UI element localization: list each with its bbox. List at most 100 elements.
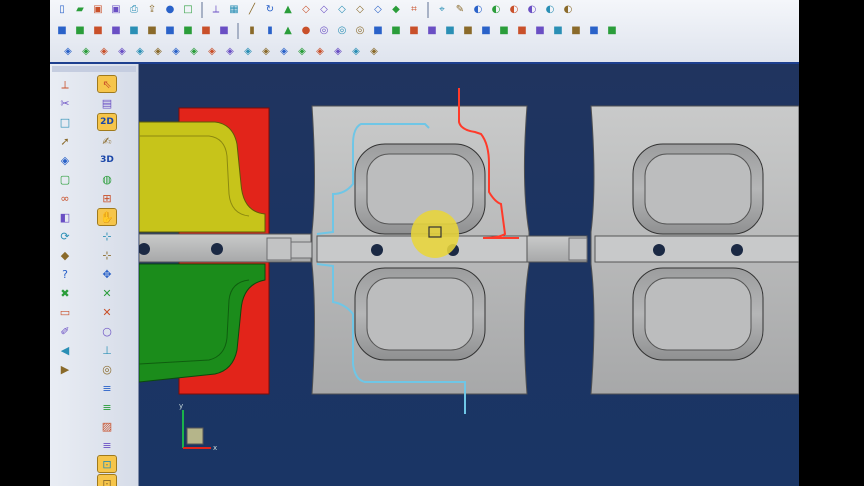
solid-box-icon[interactable]: ■: [198, 23, 214, 39]
line-icon[interactable]: ╱: [244, 2, 260, 18]
frame-icon[interactable]: □: [180, 2, 196, 18]
highlight-circle[interactable]: [411, 210, 459, 258]
grid-move-icon[interactable]: ▦: [226, 2, 242, 18]
cylinder-icon[interactable]: ▮: [244, 23, 260, 39]
measure-icon[interactable]: ⟂: [208, 2, 224, 18]
surface-icon[interactable]: ◈: [330, 44, 346, 60]
circle-icon[interactable]: ○: [98, 323, 116, 339]
fit-icon[interactable]: ⌗: [406, 2, 422, 18]
solid-box-icon[interactable]: ■: [216, 23, 232, 39]
surface-icon[interactable]: ◈: [222, 44, 238, 60]
cube-wire-icon[interactable]: ◇: [316, 2, 332, 18]
delete-icon[interactable]: ✖: [56, 285, 74, 301]
surface-icon[interactable]: ◈: [294, 44, 310, 60]
surface-icon[interactable]: ◈: [114, 44, 130, 60]
cone-icon[interactable]: ▲: [280, 23, 296, 39]
pin-icon[interactable]: ⌖: [434, 2, 450, 18]
solid-box-icon[interactable]: ■: [72, 23, 88, 39]
surface-icon[interactable]: ◈: [366, 44, 382, 60]
save-as-icon[interactable]: ▣: [90, 2, 106, 18]
solid-box-icon[interactable]: ■: [406, 23, 422, 39]
align-icon[interactable]: ≡: [98, 380, 116, 396]
flat-icon[interactable]: ▭: [56, 304, 74, 320]
cube-wire-icon[interactable]: ◇: [352, 2, 368, 18]
solid-box-icon[interactable]: ■: [478, 23, 494, 39]
export-icon[interactable]: ⇪: [144, 2, 160, 18]
surface-icon[interactable]: ◈: [348, 44, 364, 60]
solid-box-icon[interactable]: ■: [442, 23, 458, 39]
solid-box-icon[interactable]: ■: [550, 23, 566, 39]
grid-icon[interactable]: ⊞: [98, 190, 116, 206]
pencil-icon[interactable]: ✐: [56, 323, 74, 339]
question-icon[interactable]: ?: [56, 266, 74, 282]
torus-icon[interactable]: ◎: [352, 23, 368, 39]
frame-icon[interactable]: □: [56, 114, 74, 130]
arrow-left-icon[interactable]: ◀: [56, 342, 74, 358]
solid-box-icon[interactable]: ■: [532, 23, 548, 39]
solid-box-icon[interactable]: ■: [514, 23, 530, 39]
box-icon[interactable]: ▢: [56, 171, 74, 187]
snap-icon[interactable]: ⊡: [97, 455, 117, 473]
solid-box-icon[interactable]: ■: [568, 23, 584, 39]
surface-icon[interactable]: ◈: [60, 44, 76, 60]
open-folder-icon[interactable]: ▰: [72, 2, 88, 18]
rotate-icon[interactable]: ⟳: [56, 228, 74, 244]
hand-icon[interactable]: ✋: [97, 208, 117, 226]
surface-icon[interactable]: ◈: [132, 44, 148, 60]
solid-box-icon[interactable]: ■: [126, 23, 142, 39]
solid-box-icon[interactable]: ■: [162, 23, 178, 39]
pick-icon[interactable]: ⇖: [97, 75, 117, 93]
split-icon[interactable]: ⊥: [98, 342, 116, 358]
cube-solid-icon[interactable]: ◆: [388, 2, 404, 18]
align-icon[interactable]: ≡: [98, 437, 116, 453]
align-icon[interactable]: ≡: [98, 399, 116, 415]
arrow-right-icon[interactable]: ▶: [56, 361, 74, 377]
shade-icon[interactable]: ◐: [488, 2, 504, 18]
shade-icon[interactable]: ◐: [542, 2, 558, 18]
mode-2d-button[interactable]: 2D: [97, 113, 117, 131]
mode-3d-button[interactable]: 3D: [98, 152, 116, 168]
3d-viewport[interactable]: y x: [139, 64, 799, 486]
solid-box-icon[interactable]: ■: [460, 23, 476, 39]
solid-box-icon[interactable]: ■: [586, 23, 602, 39]
node-icon[interactable]: ⊹: [98, 228, 116, 244]
page-icon[interactable]: ▤: [98, 95, 116, 111]
solid-box-icon[interactable]: ■: [424, 23, 440, 39]
cut-icon[interactable]: ✂: [56, 95, 74, 111]
print-icon[interactable]: ⎙: [126, 2, 142, 18]
cycle-icon[interactable]: ↻: [262, 2, 278, 18]
solid-box-icon[interactable]: ■: [108, 23, 124, 39]
cross-icon[interactable]: ✕: [98, 304, 116, 320]
solid-box-icon[interactable]: ■: [144, 23, 160, 39]
cone-icon[interactable]: ▲: [280, 2, 296, 18]
model-view[interactable]: y x: [139, 64, 799, 486]
solid-box-icon[interactable]: ■: [604, 23, 620, 39]
cube-wire-icon[interactable]: ◇: [298, 2, 314, 18]
hatch-icon[interactable]: ▨: [98, 418, 116, 434]
sphere-icon[interactable]: ●: [162, 2, 178, 18]
solid-box-icon[interactable]: ■: [54, 23, 70, 39]
node-icon[interactable]: ⊹: [98, 247, 116, 263]
link-icon[interactable]: ∞: [56, 190, 74, 206]
surface-icon[interactable]: ◈: [258, 44, 274, 60]
cylinder-icon[interactable]: ▮: [262, 23, 278, 39]
surface-icon[interactable]: ◈: [150, 44, 166, 60]
sphere-icon[interactable]: ●: [298, 23, 314, 39]
arrow-icon[interactable]: ➚: [56, 133, 74, 149]
surface-icon[interactable]: ◈: [78, 44, 94, 60]
surface-icon[interactable]: ◈: [56, 152, 74, 168]
solid-box-icon[interactable]: ■: [388, 23, 404, 39]
move-icon[interactable]: ✥: [98, 266, 116, 282]
solid-box-icon[interactable]: ■: [370, 23, 386, 39]
measure-icon[interactable]: ⟂: [56, 76, 74, 92]
surface-icon[interactable]: ◈: [168, 44, 184, 60]
surface-icon[interactable]: ◈: [276, 44, 292, 60]
save-icon[interactable]: ▣: [108, 2, 124, 18]
view-icon[interactable]: ◧: [56, 209, 74, 225]
pen-icon[interactable]: ✎: [452, 2, 468, 18]
solid-box-icon[interactable]: ■: [90, 23, 106, 39]
panel-grip[interactable]: [52, 66, 136, 72]
cube-icon[interactable]: ◆: [56, 247, 74, 263]
torus-icon[interactable]: ◎: [316, 23, 332, 39]
solid-box-icon[interactable]: ■: [180, 23, 196, 39]
